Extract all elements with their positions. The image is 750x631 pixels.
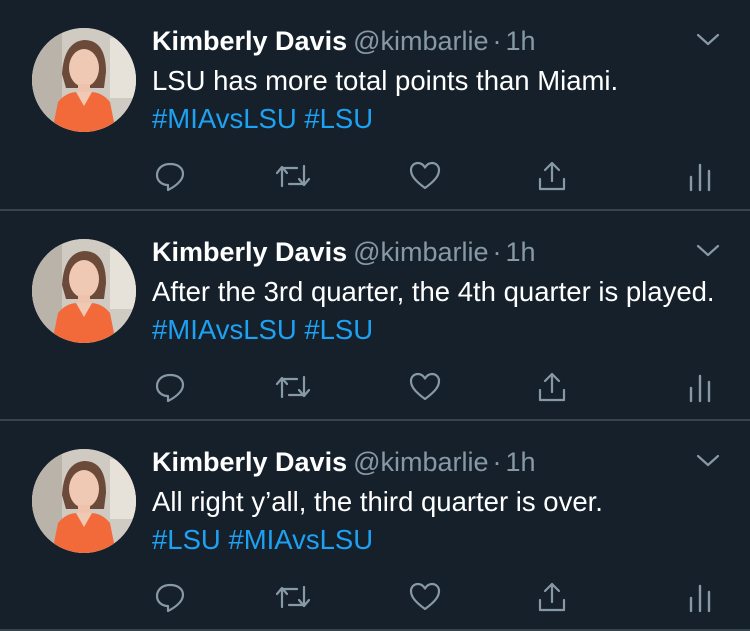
reply-icon: [155, 162, 185, 192]
tweet[interactable]: Kimberly Davis @kimbarlie · 1h After the 3r…: [0, 211, 750, 420]
avatar[interactable]: [32, 239, 136, 343]
analytics-icon: [689, 163, 711, 192]
action-bar: [0, 577, 750, 617]
display-name[interactable]: Kimberly Davis: [152, 447, 347, 477]
reply-button[interactable]: [150, 577, 190, 617]
tweet[interactable]: Kimberly Davis @kimbarlie · 1h All right y’…: [0, 421, 750, 630]
handle[interactable]: @kimbarlie: [353, 237, 488, 267]
tweet-body: All right y’all, the third quarter is ov…: [152, 486, 603, 517]
timestamp[interactable]: 1h: [506, 26, 536, 56]
retweet-button[interactable]: [273, 156, 313, 196]
tweet-text: After the 3rd quarter, the 4th quarter i…: [152, 273, 722, 349]
heart-icon: [409, 372, 441, 401]
display-name[interactable]: Kimberly Davis: [152, 237, 347, 267]
share-button[interactable]: [532, 577, 572, 617]
retweet-icon: [275, 585, 311, 609]
display-name[interactable]: Kimberly Davis: [152, 26, 347, 56]
hashtag-link[interactable]: #LSU: [304, 314, 373, 345]
share-icon: [538, 582, 566, 612]
handle[interactable]: @kimbarlie: [353, 26, 488, 56]
avatar[interactable]: [32, 449, 136, 553]
share-icon: [538, 372, 566, 402]
handle[interactable]: @kimbarlie: [353, 447, 488, 477]
action-bar: [0, 156, 750, 196]
chevron-down-icon[interactable]: [696, 32, 720, 48]
hashtag-link[interactable]: #MIAvsLSU: [228, 524, 373, 555]
avatar[interactable]: [32, 28, 136, 132]
reply-icon: [155, 373, 185, 403]
tweet-text: All right y’all, the third quarter is ov…: [152, 483, 722, 559]
tweet-body: After the 3rd quarter, the 4th quarter i…: [152, 276, 715, 307]
tweet-header: Kimberly Davis @kimbarlie · 1h: [152, 445, 536, 479]
hashtag-link[interactable]: #LSU: [152, 524, 221, 555]
like-button[interactable]: [405, 367, 445, 407]
share-button[interactable]: [532, 156, 572, 196]
heart-icon: [409, 582, 441, 611]
reply-icon: [155, 583, 185, 613]
tweet[interactable]: Kimberly Davis @kimbarlie · 1h LSU has more…: [0, 0, 750, 209]
like-button[interactable]: [405, 577, 445, 617]
tweet-body: LSU has more total points than Miami.: [152, 65, 619, 96]
analytics-button[interactable]: [680, 156, 720, 196]
retweet-icon: [275, 164, 311, 188]
chevron-down-icon[interactable]: [696, 243, 720, 259]
like-button[interactable]: [405, 156, 445, 196]
share-icon: [538, 161, 566, 191]
separator: ·: [492, 26, 502, 56]
hashtag-link[interactable]: #MIAvsLSU: [152, 103, 297, 134]
analytics-button[interactable]: [680, 367, 720, 407]
retweet-button[interactable]: [273, 577, 313, 617]
tweet-text: LSU has more total points than Miami. #M…: [152, 62, 722, 138]
analytics-icon: [689, 584, 711, 613]
hashtag-link[interactable]: #LSU: [304, 103, 373, 134]
reply-button[interactable]: [150, 367, 190, 407]
hashtag-link[interactable]: #MIAvsLSU: [152, 314, 297, 345]
chevron-down-icon[interactable]: [696, 453, 720, 469]
heart-icon: [409, 161, 441, 190]
analytics-button[interactable]: [680, 577, 720, 617]
timestamp[interactable]: 1h: [506, 237, 536, 267]
retweet-icon: [275, 375, 311, 399]
tweet-header: Kimberly Davis @kimbarlie · 1h: [152, 235, 536, 269]
separator: ·: [492, 447, 502, 477]
tweet-feed: Kimberly Davis @kimbarlie · 1h LSU has more…: [0, 0, 750, 631]
timestamp[interactable]: 1h: [506, 447, 536, 477]
tweet-header: Kimberly Davis @kimbarlie · 1h: [152, 24, 536, 58]
action-bar: [0, 367, 750, 407]
share-button[interactable]: [532, 367, 572, 407]
retweet-button[interactable]: [273, 367, 313, 407]
separator: ·: [492, 237, 502, 267]
reply-button[interactable]: [150, 156, 190, 196]
analytics-icon: [689, 374, 711, 403]
